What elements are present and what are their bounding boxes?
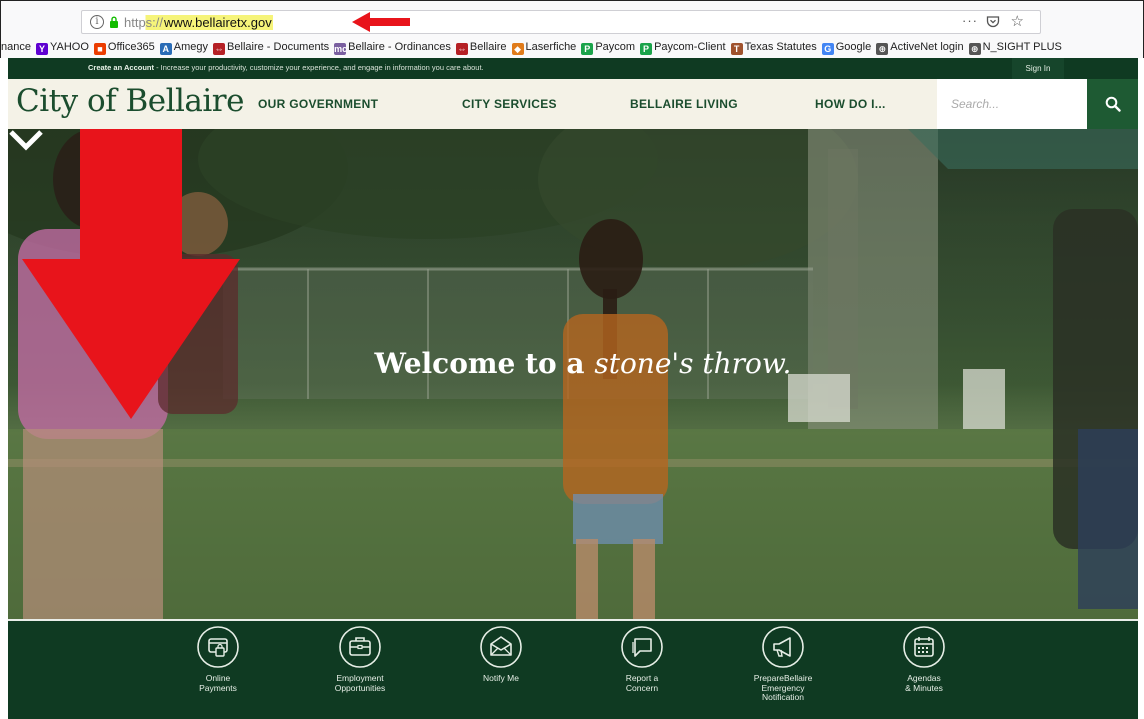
bookmark-item[interactable]: mcBellaire - Ordinances — [334, 37, 451, 57]
site-header: City of Bellaire OUR GOVERNMENT CITY SER… — [8, 79, 1138, 129]
bookmark-item[interactable]: P Paycom-Client — [640, 37, 726, 57]
payment-card-icon — [197, 626, 239, 668]
paycom-icon: P — [640, 43, 653, 55]
yahoo-icon: Y — [35, 43, 48, 55]
bookmark-item[interactable]: ⇔ Bellaire — [455, 37, 507, 57]
create-account-link[interactable]: Create an Account — [88, 63, 154, 72]
texas-icon: T — [730, 43, 743, 55]
bookmark-label: N_SIGHT PLUS — [982, 41, 1062, 53]
quicklink-employment[interactable]: Employment Opportunities — [300, 625, 420, 693]
search-icon — [1105, 96, 1121, 112]
quicklink-label: Agendas & Minutes — [905, 673, 943, 693]
bookmark-label: Paycom-Client — [654, 41, 726, 53]
bellaire-icon: ⇔ — [455, 43, 468, 55]
quicklink-label: Report a Concern — [625, 673, 659, 693]
office-icon: ■ — [93, 43, 106, 55]
paycom-icon: P — [581, 43, 594, 55]
bookmark-item[interactable]: ⊕ ActiveNet login — [876, 37, 964, 57]
quicklink-label: Employment Opportunities — [334, 673, 386, 693]
bookmark-label: Bellaire — [469, 41, 507, 53]
red-arrow-left-icon — [352, 12, 410, 32]
search-input[interactable] — [937, 79, 1087, 129]
bookmark-label: ActiveNet login — [890, 41, 964, 53]
bookmark-item[interactable]: ◆ Laserfiche — [511, 37, 577, 57]
quicklink-report-concern[interactable]: Report a Concern — [582, 625, 702, 693]
bookmark-label: Office365 — [107, 41, 155, 53]
bookmark-label: Texas Statutes — [744, 41, 817, 53]
nav-our-government[interactable]: OUR GOVERNMENT — [258, 79, 378, 129]
bookmark-item[interactable]: ⊕ N_SIGHT PLUS — [968, 37, 1062, 57]
laserfiche-icon: ◆ — [511, 43, 524, 55]
pocket-icon[interactable] — [986, 15, 1000, 29]
municode-icon: mc — [334, 43, 348, 55]
quicklink-prepare-bellaire[interactable]: PrepareBellaire Emergency Notification — [723, 625, 843, 703]
account-strip-text: Create an Account - Increase your produc… — [88, 63, 484, 72]
globe-icon: ⊕ — [876, 43, 889, 55]
chat-icon — [621, 626, 663, 668]
url-text[interactable]: https://www.bellairetx.gov — [124, 15, 273, 30]
nav-bellaire-living[interactable]: BELLAIRE LIVING — [630, 79, 738, 129]
bookmark-label: Bellaire - Documents — [227, 41, 330, 53]
quicklink-notify-me[interactable]: Notify Me — [441, 625, 561, 684]
bookmark-item[interactable]: Y YAHOO — [35, 37, 89, 57]
bookmark-item[interactable]: G Google — [821, 37, 872, 57]
bookmark-item[interactable]: nance — [1, 37, 31, 57]
nav-city-services[interactable]: CITY SERVICES — [462, 79, 557, 129]
bookmark-label: Amegy — [173, 41, 209, 53]
bookmark-label: Google — [835, 41, 872, 53]
bookmark-item[interactable]: T Texas Statutes — [730, 37, 817, 57]
star-icon[interactable]: ☆ — [1011, 12, 1024, 30]
megaphone-icon — [762, 626, 804, 668]
account-strip: Create an Account - Increase your produc… — [8, 58, 1138, 79]
bellaire-icon: ⇔ — [213, 43, 226, 55]
bookmark-item[interactable]: P Paycom — [581, 37, 635, 57]
hero-banner: Welcome to a stone's throw. — [8, 129, 1138, 619]
bookmark-label: nance — [1, 41, 31, 53]
nav-how-do-i[interactable]: HOW DO I... — [815, 79, 886, 129]
globe-icon: ⊕ — [968, 43, 981, 55]
quicklink-label: Online Payments — [199, 673, 237, 693]
lock-icon — [110, 16, 118, 28]
briefcase-icon — [339, 626, 381, 668]
sign-in-button[interactable]: Sign In — [1012, 58, 1064, 79]
bookmark-label: Bellaire - Ordinances — [348, 41, 451, 53]
quicklink-label: Notify Me — [483, 673, 519, 683]
url-host: www.bellairetx.gov — [163, 15, 273, 30]
address-bar[interactable]: i https://www.bellairetx.gov ··· ☆ — [81, 10, 1041, 34]
quicklink-online-payments[interactable]: Online Payments — [158, 625, 278, 693]
bookmarks-toolbar: nance Y YAHOO ■ Office365 A Amegy ⇔ Bellaire - D… — [1, 37, 1144, 57]
calendar-icon — [903, 626, 945, 668]
google-icon: G — [821, 43, 834, 55]
red-arrow-down-icon — [22, 129, 240, 419]
bookmark-item[interactable]: ■ Office365 — [93, 37, 155, 57]
bookmark-label: Laserfiche — [525, 41, 577, 53]
site-logo[interactable]: City of Bellaire — [16, 83, 244, 119]
quicklink-label: PrepareBellaire Emergency Notification — [753, 673, 813, 702]
search-button[interactable] — [1087, 79, 1138, 129]
envelope-icon — [480, 626, 522, 668]
info-icon[interactable]: i — [90, 15, 104, 29]
bookmark-item[interactable]: ⇔ Bellaire - Documents — [213, 37, 329, 57]
amegy-icon: A — [159, 43, 172, 55]
more-icon[interactable]: ··· — [962, 13, 978, 28]
bookmark-item[interactable]: A Amegy — [159, 37, 209, 57]
bookmark-label: Paycom — [595, 41, 636, 53]
quick-links-bar: Online Payments Employment Opportunities… — [8, 619, 1138, 719]
bookmark-label: YAHOO — [49, 41, 89, 53]
quicklink-agendas-minutes[interactable]: Agendas & Minutes — [864, 625, 984, 693]
browser-chrome: i https://www.bellairetx.gov ··· ☆ nance… — [0, 0, 1144, 58]
